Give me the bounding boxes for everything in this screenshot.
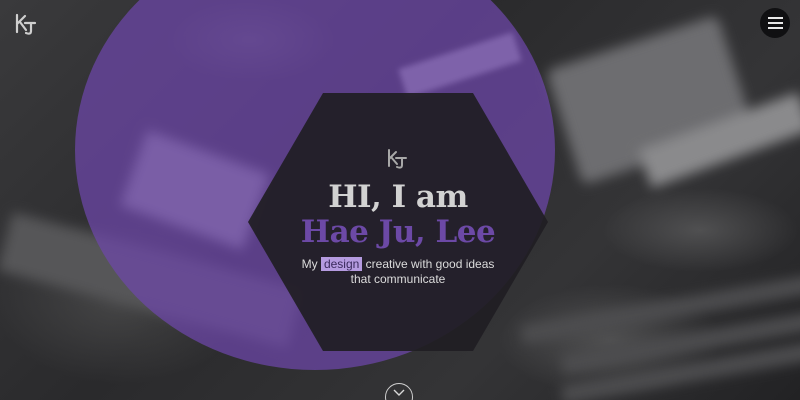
- tagline-text-before: My: [301, 257, 321, 271]
- tagline: My design creative with good ideas that …: [298, 257, 498, 287]
- name-heading: Hae Ju, Lee: [300, 214, 496, 250]
- tagline-text-after: creative with good ideas that communicat…: [350, 257, 495, 286]
- chevron-down-icon: [393, 389, 405, 396]
- kj-monogram-icon[interactable]: [14, 12, 38, 36]
- tagline-highlight: design: [320, 257, 363, 271]
- hero-section: HI, I am Hae Ju, Lee My design creative …: [0, 0, 800, 400]
- scroll-down-button[interactable]: [385, 383, 413, 400]
- hamburger-menu-icon[interactable]: [760, 8, 790, 38]
- kj-monogram-icon: [386, 148, 410, 170]
- greeting-heading: HI, I am: [328, 179, 468, 215]
